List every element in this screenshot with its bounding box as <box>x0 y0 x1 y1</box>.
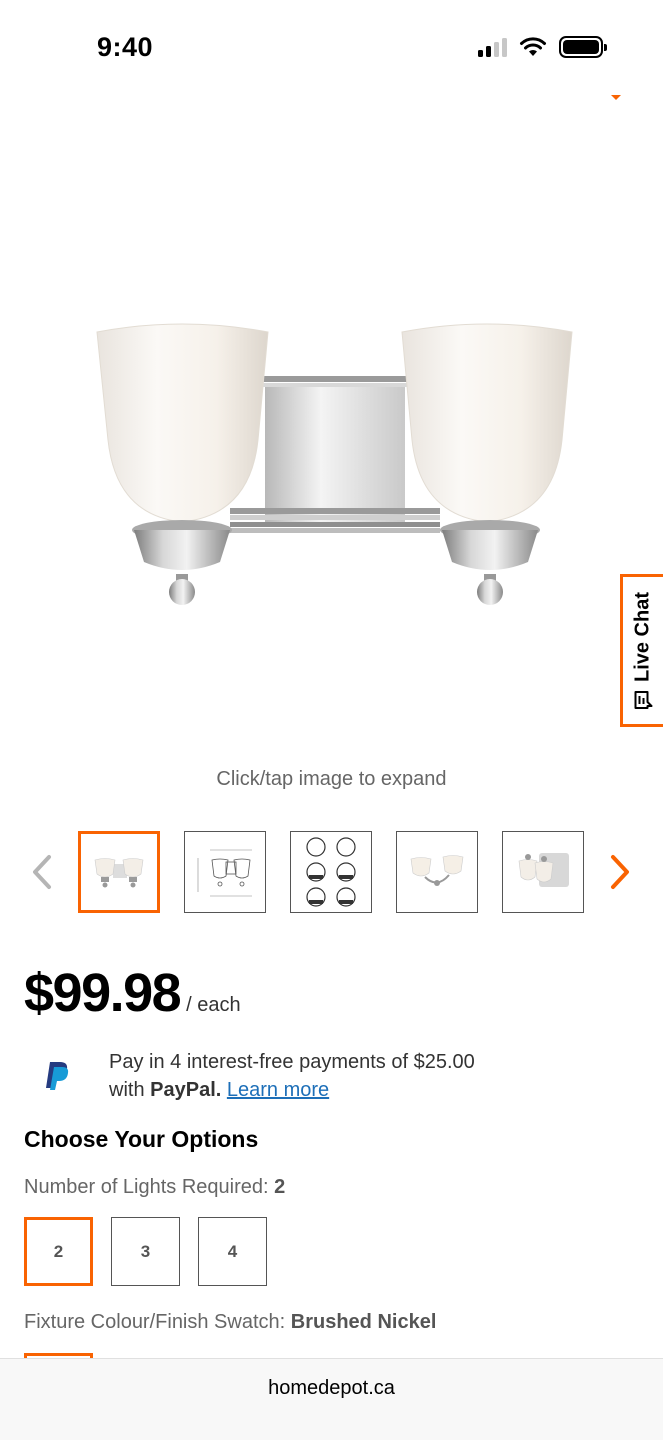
lights-label-text: Number of Lights Required: <box>24 1176 269 1198</box>
thumb-vanity-front <box>94 858 144 888</box>
thumbnail-4[interactable] <box>396 831 478 913</box>
learn-more-link[interactable]: Learn more <box>227 1079 329 1101</box>
thumb-dimension-drawing <box>197 849 252 897</box>
product-price: $99.98 <box>24 963 182 1023</box>
thumbnail-3[interactable] <box>290 831 372 913</box>
chevron-right-icon <box>611 855 629 889</box>
browser-url-bar[interactable]: homedepot.ca <box>0 1358 663 1440</box>
thumbnail-2[interactable] <box>184 831 266 913</box>
lights-option-2[interactable]: 2 <box>24 1217 93 1286</box>
carousel-prev-button[interactable] <box>22 850 62 894</box>
vanity-light-illustration <box>96 323 573 605</box>
status-time: 9:40 <box>97 32 154 62</box>
paypal-financing: Pay in 4 interest-free payments of $25.0… <box>24 1048 644 1108</box>
battery-icon <box>559 36 607 58</box>
paypal-with: with <box>109 1079 145 1101</box>
chat-bubble-icon <box>634 690 652 709</box>
thumb-feature-icons <box>306 837 356 907</box>
lights-option-3[interactable]: 3 <box>111 1217 180 1286</box>
chevron-left-icon <box>33 855 51 889</box>
live-chat-label: Live Chat <box>631 591 654 682</box>
price-row: $99.98 / each <box>24 962 241 1024</box>
cellular-signal-icon <box>478 37 507 57</box>
lights-option-4[interactable]: 4 <box>198 1217 267 1286</box>
thumbnail-carousel <box>0 830 663 914</box>
price-unit: / each <box>186 994 241 1016</box>
product-main-image[interactable] <box>0 240 663 640</box>
thumbnail-1[interactable] <box>78 831 160 913</box>
carousel-next-button[interactable] <box>600 850 640 894</box>
finish-label-text: Fixture Colour/Finish Swatch: <box>24 1311 286 1333</box>
status-icons <box>478 36 607 58</box>
image-expand-hint: Click/tap image to expand <box>216 768 447 790</box>
thumb-vanity-lit <box>410 855 464 886</box>
lights-option-group: 2 3 4 <box>24 1217 267 1286</box>
finish-selected-value: Brushed Nickel <box>290 1311 437 1333</box>
paypal-logo-icon <box>46 1062 69 1090</box>
menu-caret-icon[interactable] <box>611 95 621 100</box>
options-heading: Choose Your Options <box>24 1126 259 1152</box>
wifi-icon <box>520 37 546 56</box>
lights-option-label: Number of Lights Required: 2 <box>24 1176 285 1199</box>
thumbnail-5[interactable] <box>502 831 584 913</box>
finish-option-label: Fixture Colour/Finish Swatch: Brushed Ni… <box>24 1311 436 1334</box>
live-chat-button[interactable]: Live Chat <box>620 574 663 727</box>
paypal-text: Pay in 4 interest-free payments of $25.0… <box>109 1048 475 1104</box>
lights-selected-value: 2 <box>274 1176 286 1198</box>
paypal-line-2: with PayPal. Learn more <box>109 1076 475 1104</box>
thumb-vanity-angled <box>518 853 569 887</box>
status-bar: 9:40 <box>0 0 663 95</box>
paypal-brand: PayPal. <box>150 1079 222 1101</box>
paypal-line-1: Pay in 4 interest-free payments of $25.0… <box>109 1051 475 1073</box>
url-text: homedepot.ca <box>268 1377 395 1399</box>
